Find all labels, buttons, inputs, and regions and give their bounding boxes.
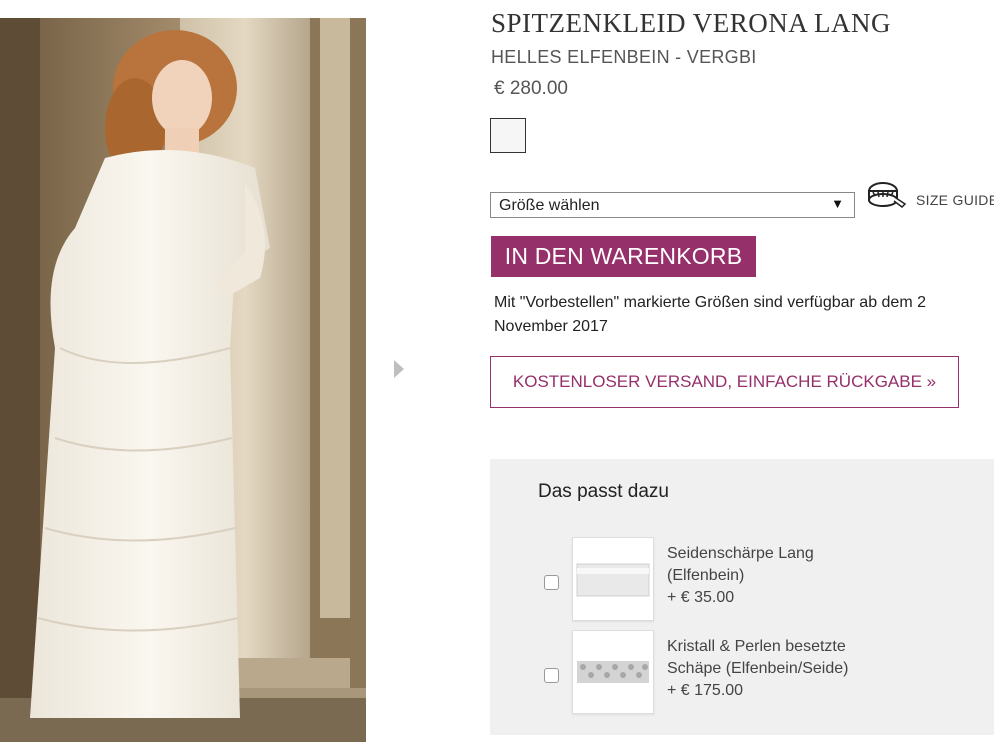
matching-products-panel: Das passt dazu Seidenschärpe Lang (Elfen…: [490, 459, 994, 735]
match-name[interactable]: Seidenschärpe Lang (Elfenbein): [667, 543, 887, 587]
match-name[interactable]: Kristall & Perlen besetzte Schäpe (Elfen…: [667, 636, 887, 680]
match-checkbox[interactable]: [544, 575, 559, 590]
chevron-down-icon: ▼: [831, 196, 844, 211]
match-price: + € 35.00: [667, 589, 735, 606]
preorder-note: Mit "Vorbestellen" markierte Größen sind…: [494, 294, 926, 335]
product-price: € 280.00: [494, 78, 568, 99]
match-price: + € 175.00: [667, 682, 744, 699]
list-item: Kristall & Perlen besetzte Schäpe (Elfen…: [490, 630, 994, 720]
color-swatch[interactable]: [490, 118, 526, 153]
size-guide-link[interactable]: SIZE GUIDE: [916, 192, 994, 208]
measuring-tape-icon[interactable]: [867, 180, 907, 210]
product-color-name: HELLES ELFENBEIN - VERGBI: [491, 47, 757, 67]
matches-title: Das passt dazu: [538, 481, 669, 502]
silk-sash-thumbnail[interactable]: [572, 537, 654, 621]
match-checkbox[interactable]: [544, 668, 559, 683]
product-photo: [0, 18, 366, 742]
size-select[interactable]: Größe wählen ▼: [490, 192, 855, 218]
size-select-value: Größe wählen: [499, 197, 600, 214]
free-shipping-button[interactable]: KOSTENLOSER VERSAND, EINFACHE RÜCKGABE »: [490, 356, 959, 408]
product-title: SPITZENKLEID VERONA LANG: [491, 8, 891, 38]
list-item: Seidenschärpe Lang (Elfenbein) + € 35.00: [490, 537, 994, 627]
add-to-cart-button[interactable]: IN DEN WARENKORB: [491, 236, 756, 277]
next-image-arrow-icon[interactable]: [392, 358, 406, 380]
crystal-pearl-sash-thumbnail[interactable]: [572, 630, 654, 714]
